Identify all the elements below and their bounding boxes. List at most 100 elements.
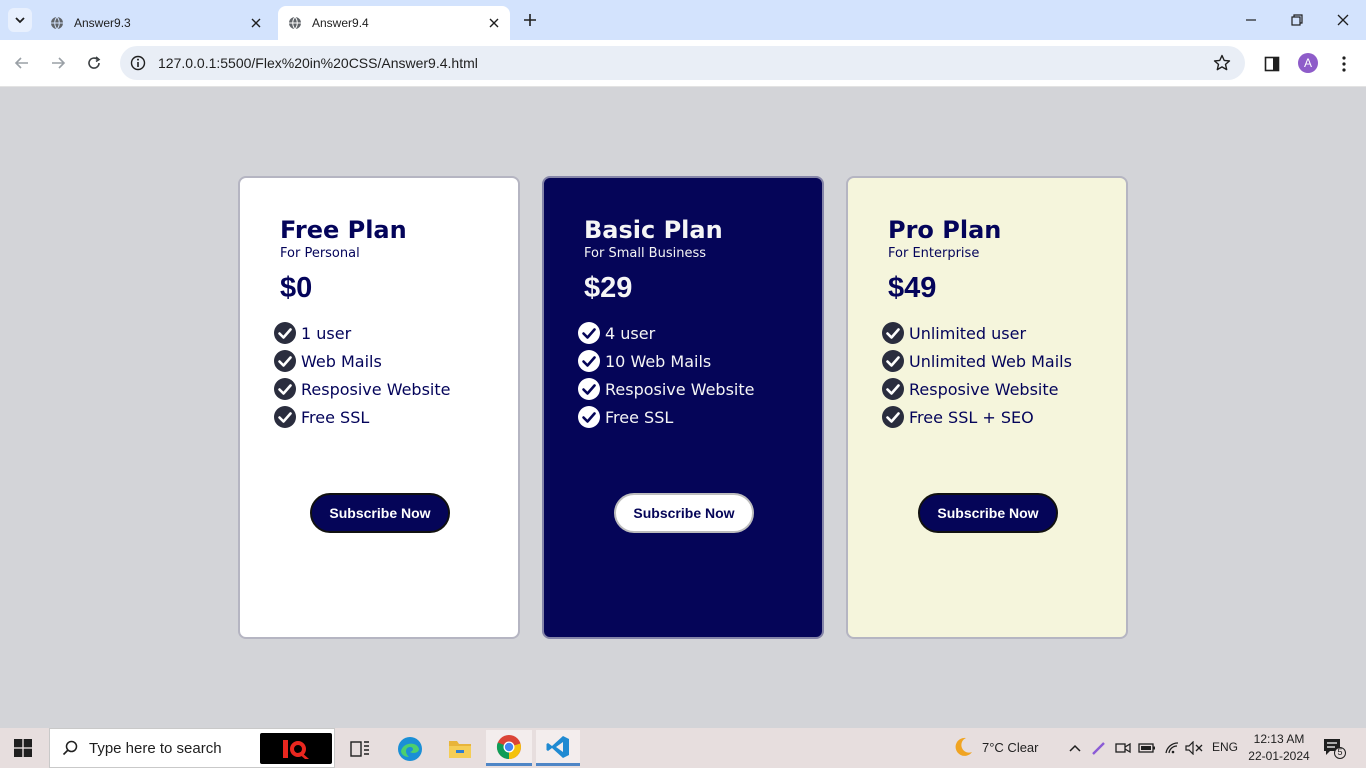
plan-price: $0 bbox=[280, 272, 313, 304]
logo-icon bbox=[283, 739, 309, 759]
battery-status[interactable] bbox=[1137, 738, 1157, 758]
globe-icon bbox=[51, 16, 63, 30]
reload-icon bbox=[88, 56, 101, 69]
tab-title: Answer9.4 bbox=[312, 16, 369, 30]
chevron-down-icon bbox=[15, 17, 25, 24]
check-circle-icon bbox=[578, 406, 600, 428]
feature-item: Free SSL bbox=[578, 403, 754, 431]
side-panel-button[interactable] bbox=[1261, 53, 1283, 75]
tab-title: Answer9.3 bbox=[74, 16, 131, 30]
feature-text: 1 user bbox=[301, 323, 352, 343]
weather-text: 7°C Clear bbox=[982, 739, 1039, 755]
bookmark-star-icon[interactable] bbox=[1213, 54, 1231, 72]
system-clock[interactable]: 12:13 AM 22-01-2024 bbox=[1246, 731, 1312, 765]
check-circle-icon bbox=[578, 378, 600, 400]
chrome-browser-icon bbox=[496, 734, 521, 759]
camera-icon bbox=[1115, 742, 1131, 754]
feature-item: 4 user bbox=[578, 319, 754, 347]
url-text[interactable]: 127.0.0.1:5500/Flex%20in%20CSS/Answer9.4… bbox=[158, 55, 1213, 71]
feature-text: 4 user bbox=[605, 323, 656, 343]
weather-widget[interactable]: 7°C Clear bbox=[952, 736, 1039, 758]
folder-icon bbox=[449, 741, 471, 758]
back-button[interactable] bbox=[9, 50, 35, 76]
close-icon[interactable] bbox=[248, 15, 264, 31]
meet-now-button[interactable] bbox=[1113, 738, 1133, 758]
taskbar-edge[interactable] bbox=[393, 734, 427, 764]
feature-item: Resposive Website bbox=[882, 375, 1072, 403]
new-tab-button[interactable] bbox=[520, 10, 540, 30]
check-circle-icon bbox=[882, 378, 904, 400]
profile-avatar[interactable]: A bbox=[1298, 53, 1318, 73]
feature-text: 10 Web Mails bbox=[605, 351, 712, 371]
tab-search-button[interactable] bbox=[8, 8, 32, 32]
show-hidden-icons-button[interactable] bbox=[1065, 738, 1085, 758]
feature-item: Web Mails bbox=[274, 347, 450, 375]
reload-button[interactable] bbox=[81, 50, 107, 76]
moon-icon bbox=[955, 737, 972, 756]
feature-text: Free SSL bbox=[605, 407, 674, 427]
input-language[interactable]: ENG bbox=[1212, 740, 1238, 754]
pricing-card-pro: Pro Plan For Enterprise $49 Unlimited us… bbox=[846, 176, 1128, 639]
minimize-button[interactable] bbox=[1239, 8, 1263, 32]
feature-text: Resposive Website bbox=[301, 379, 451, 399]
task-view-button[interactable] bbox=[343, 734, 377, 764]
network-status[interactable] bbox=[1162, 738, 1182, 758]
check-circle-icon bbox=[274, 350, 296, 372]
taskbar-search[interactable]: Type here to search bbox=[49, 728, 335, 768]
feature-text: Web Mails bbox=[301, 351, 382, 371]
restore-button[interactable] bbox=[1285, 8, 1309, 32]
close-icon bbox=[1337, 14, 1349, 26]
subscribe-button-pro[interactable]: Subscribe Now bbox=[918, 493, 1058, 533]
close-window-button[interactable] bbox=[1331, 8, 1355, 32]
chevron-up-icon bbox=[1069, 744, 1081, 752]
edge-browser-icon bbox=[398, 737, 422, 761]
subscribe-button-basic[interactable]: Subscribe Now bbox=[614, 493, 754, 533]
plan-price: $29 bbox=[584, 272, 633, 304]
feature-item: Unlimited Web Mails bbox=[882, 347, 1072, 375]
arrow-right-icon bbox=[52, 57, 66, 69]
search-highlight-logo[interactable] bbox=[260, 733, 332, 764]
check-circle-icon bbox=[274, 406, 296, 428]
pen-tray-button[interactable] bbox=[1089, 738, 1109, 758]
feature-text: Unlimited user bbox=[909, 323, 1027, 343]
feature-list: Unlimited user Unlimited Web Mails Respo… bbox=[882, 319, 1072, 431]
info-icon[interactable] bbox=[130, 55, 146, 71]
forward-button[interactable] bbox=[45, 50, 71, 76]
browser-tab-bar: Answer9.3 Answer9.4 bbox=[0, 0, 1366, 40]
address-bar[interactable]: 127.0.0.1:5500/Flex%20in%20CSS/Answer9.4… bbox=[120, 46, 1245, 80]
taskbar-file-explorer[interactable] bbox=[443, 734, 477, 764]
feature-item: Free SSL bbox=[274, 403, 450, 431]
notification-center-button[interactable]: 5 bbox=[1322, 737, 1346, 759]
feature-item: 1 user bbox=[274, 319, 450, 347]
taskbar-vscode[interactable] bbox=[536, 730, 580, 766]
taskbar-chrome[interactable] bbox=[486, 730, 532, 766]
feature-item: 10 Web Mails bbox=[578, 347, 754, 375]
arrow-left-icon bbox=[14, 57, 28, 69]
clock-date: 22-01-2024 bbox=[1248, 749, 1310, 763]
tab-answer9-4[interactable]: Answer9.4 bbox=[278, 6, 510, 40]
windows-start-icon[interactable] bbox=[14, 739, 32, 757]
feature-list: 4 user 10 Web Mails Resposive Website Fr… bbox=[578, 319, 754, 431]
plan-name: Free Plan bbox=[280, 216, 407, 244]
plus-icon bbox=[524, 14, 536, 26]
feature-item: Resposive Website bbox=[578, 375, 754, 403]
wifi-icon bbox=[1165, 742, 1179, 754]
task-view-icon bbox=[350, 741, 369, 757]
plan-subtitle: For Personal bbox=[280, 246, 360, 261]
tab-answer9-3[interactable]: Answer9.3 bbox=[40, 6, 272, 40]
search-placeholder: Type here to search bbox=[89, 739, 222, 757]
more-vertical-icon bbox=[1342, 56, 1346, 72]
check-circle-icon bbox=[882, 350, 904, 372]
feature-list: 1 user Web Mails Resposive Website Free … bbox=[274, 319, 450, 431]
pricing-card-basic: Basic Plan For Small Business $29 4 user… bbox=[542, 176, 824, 639]
plan-name: Basic Plan bbox=[584, 216, 723, 244]
browser-toolbar: 127.0.0.1:5500/Flex%20in%20CSS/Answer9.4… bbox=[0, 40, 1366, 87]
search-icon bbox=[62, 740, 78, 756]
subscribe-button-free[interactable]: Subscribe Now bbox=[310, 493, 450, 533]
volume-status[interactable] bbox=[1184, 738, 1204, 758]
notification-count: 5 bbox=[1337, 747, 1343, 757]
plan-price: $49 bbox=[888, 272, 937, 304]
browser-menu-button[interactable] bbox=[1334, 53, 1354, 75]
close-icon[interactable] bbox=[486, 15, 502, 31]
page-viewport: Free Plan For Personal $0 1 user Web Mai… bbox=[0, 87, 1366, 728]
